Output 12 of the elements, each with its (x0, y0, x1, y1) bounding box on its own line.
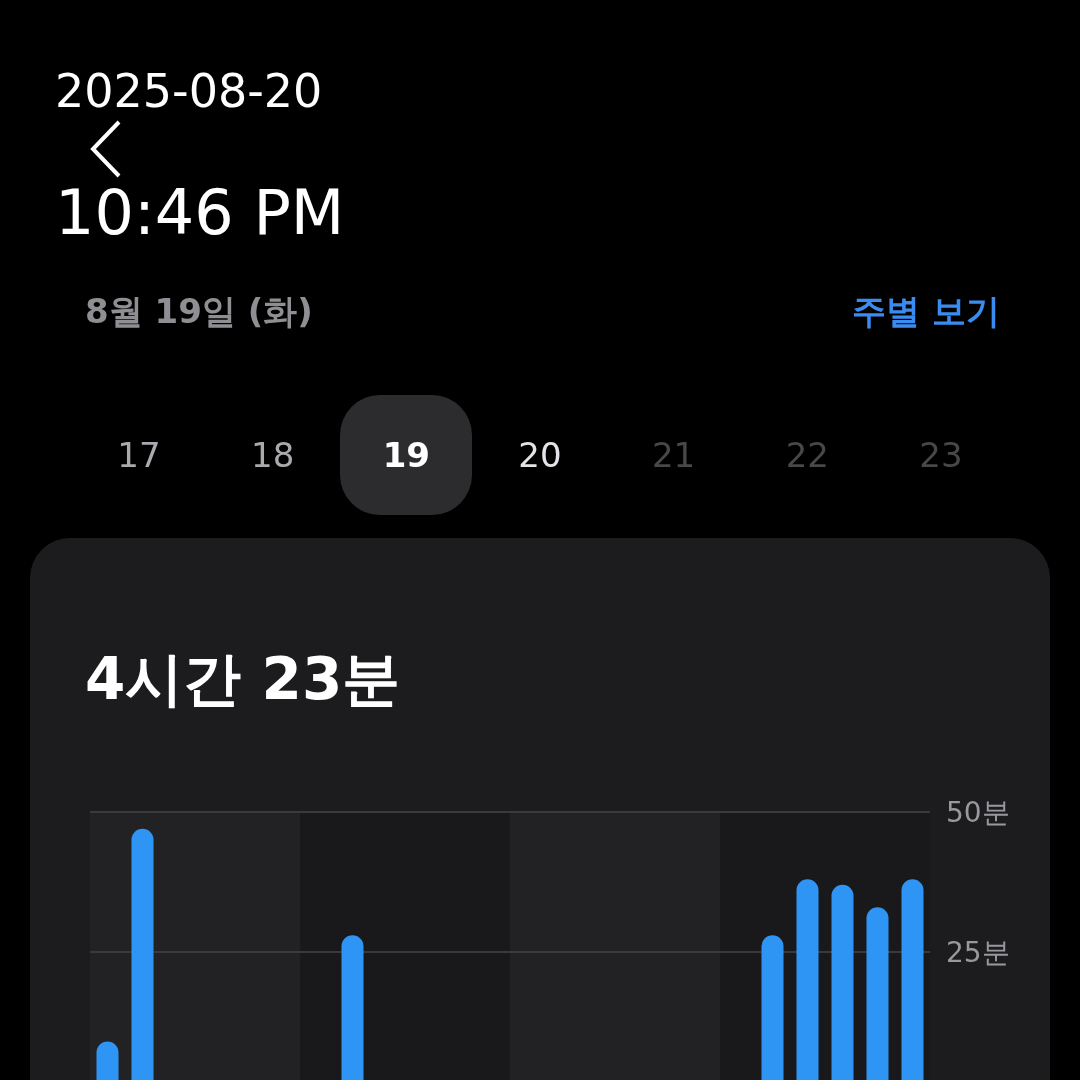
total-time: 4시간 23분 (84, 646, 402, 712)
day-tab[interactable]: 19 (340, 395, 473, 515)
axis-label: 50분 (946, 796, 1010, 829)
day-tab[interactable]: 17 (73, 395, 205, 515)
axis-label: 25분 (946, 936, 1010, 969)
selected-date: 8월 19일 (화) (85, 290, 313, 333)
timestamp-date: 2025-08-20 (55, 63, 324, 120)
back-icon[interactable] (90, 120, 122, 178)
day-tab[interactable]: 18 (206, 395, 339, 515)
timestamp-time: 10:46 PM (55, 182, 345, 244)
day-tab[interactable]: 20 (473, 395, 606, 515)
weekly-view-link[interactable]: 주별 보기 (852, 289, 1000, 335)
